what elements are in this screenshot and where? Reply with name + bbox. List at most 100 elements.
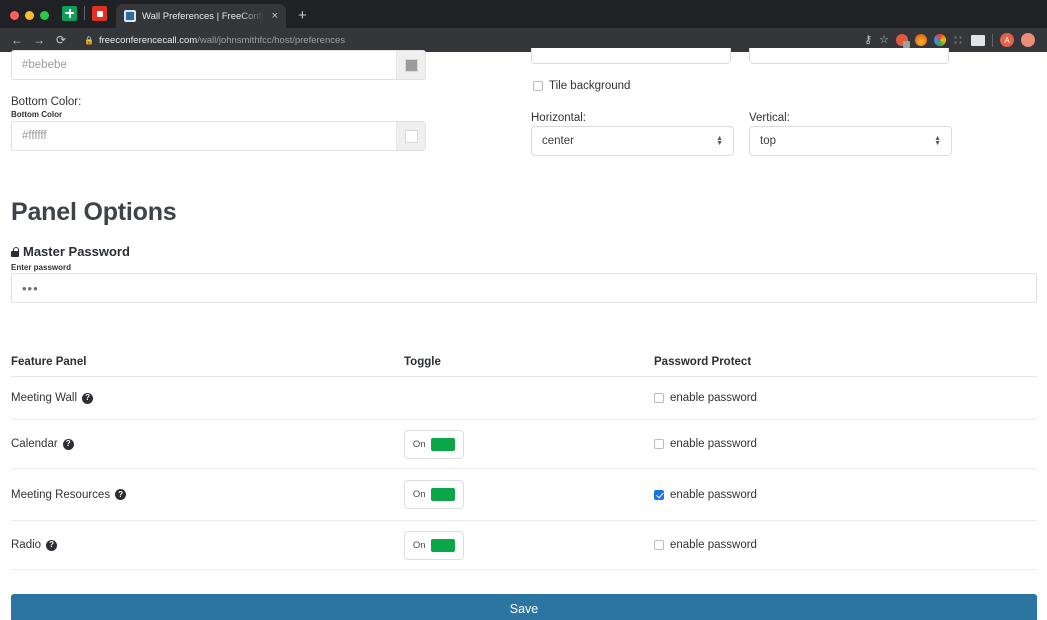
- horizontal-value: center: [542, 135, 574, 147]
- reload-icon[interactable]: ⟳: [50, 34, 72, 46]
- enable-password-label: enable password: [670, 438, 757, 450]
- toolbar-icons: ⚷ ☆ A: [864, 33, 1041, 47]
- close-tab-icon[interactable]: ×: [270, 11, 280, 22]
- enable-password-checkbox[interactable]: [654, 393, 664, 403]
- feature-panel-table: Feature Panel Toggle Password Protect Me…: [11, 356, 1037, 570]
- table-body: Meeting Wall ? enable password Calendar …: [11, 377, 1037, 570]
- tab-strip: Wall Preferences | FreeConfere × +: [0, 0, 1047, 28]
- bottom-color-sublabel: Bottom Color: [11, 110, 426, 119]
- flame-extension-icon[interactable]: [915, 34, 927, 46]
- column-header-toggle: Toggle: [404, 356, 654, 368]
- chevron-updown-icon: ▲▼: [934, 137, 941, 146]
- vertical-select[interactable]: top ▲▼: [749, 126, 952, 156]
- chevron-updown-icon: ▲▼: [716, 137, 723, 146]
- save-button[interactable]: Save: [11, 594, 1037, 620]
- enable-password-row[interactable]: enable password: [654, 438, 757, 450]
- help-icon[interactable]: ?: [46, 540, 57, 551]
- feature-panel-cell: Calendar ?: [11, 438, 404, 450]
- maximize-window-button[interactable]: [40, 11, 49, 20]
- enable-password-row[interactable]: enable password: [654, 392, 757, 404]
- help-icon[interactable]: ?: [82, 393, 93, 404]
- minimize-window-button[interactable]: [25, 11, 34, 20]
- toggle-cell: On: [404, 430, 654, 459]
- feature-toggle-switch[interactable]: On: [404, 480, 464, 509]
- tile-background-checkbox[interactable]: [533, 81, 543, 91]
- clipped-select-left[interactable]: [531, 48, 731, 64]
- feature-panel-name: Radio: [11, 539, 41, 551]
- enable-password-label: enable password: [670, 392, 757, 404]
- password-protect-cell: enable password: [654, 438, 1037, 450]
- back-icon[interactable]: ←: [6, 34, 28, 46]
- bottom-color-swatch-button[interactable]: [396, 122, 425, 150]
- page-title: Panel Options: [11, 198, 176, 227]
- enable-password-checkbox[interactable]: [654, 490, 664, 500]
- feature-panel-cell: Meeting Resources ?: [11, 489, 404, 501]
- browser-tab-wall-preferences[interactable]: Wall Preferences | FreeConfere ×: [116, 4, 286, 28]
- enable-password-row[interactable]: enable password: [654, 489, 757, 501]
- key-icon[interactable]: ⚷: [864, 35, 872, 46]
- bottom-color-input[interactable]: #ffffff: [11, 121, 426, 151]
- password-protect-cell: enable password: [654, 489, 1037, 501]
- pocket-extension-icon[interactable]: [896, 34, 908, 46]
- divider: [992, 34, 993, 47]
- feature-toggle-switch[interactable]: On: [404, 531, 464, 560]
- horizontal-select[interactable]: center ▲▼: [531, 126, 734, 156]
- sheets-app-icon[interactable]: [62, 6, 77, 21]
- browser-menu-button[interactable]: [1021, 33, 1035, 47]
- browser-chrome: Wall Preferences | FreeConfere × + ← → ⟳…: [0, 0, 1047, 52]
- top-color-input[interactable]: #bebebe: [11, 50, 426, 80]
- url-domain: freeconferencecall.com: [99, 35, 197, 46]
- column-header-password: Password Protect: [654, 356, 1037, 368]
- star-icon[interactable]: ☆: [879, 35, 889, 46]
- password-protect-cell: enable password: [654, 539, 1037, 551]
- enable-password-label: enable password: [670, 539, 757, 551]
- help-icon[interactable]: ?: [63, 439, 74, 450]
- record-app-icon[interactable]: [92, 6, 107, 21]
- screencast-extension-icon[interactable]: [971, 35, 985, 46]
- enable-password-label: enable password: [670, 489, 757, 501]
- toggle-state-label: On: [413, 489, 426, 500]
- vertical-label: Vertical:: [749, 112, 952, 124]
- tab-favicon-icon: [124, 10, 136, 22]
- new-tab-button[interactable]: +: [298, 8, 307, 23]
- address-bar[interactable]: 🔒 freeconferencecall.com/wall/johnsmithf…: [78, 32, 858, 49]
- enable-password-checkbox[interactable]: [654, 540, 664, 550]
- table-row: Meeting Resources ? On enable password: [11, 469, 1037, 521]
- toggle-pill: [431, 438, 455, 451]
- tab-title: Wall Preferences | FreeConfere: [142, 11, 264, 22]
- window-controls[interactable]: [8, 11, 59, 28]
- help-icon[interactable]: ?: [115, 489, 126, 500]
- vertical-value: top: [760, 135, 776, 147]
- feature-toggle-switch[interactable]: On: [404, 430, 464, 459]
- clipped-select-right[interactable]: [749, 48, 949, 64]
- url-text: freeconferencecall.com/wall/johnsmithfcc…: [99, 35, 345, 46]
- forward-icon[interactable]: →: [28, 34, 50, 46]
- master-password-title: Master Password: [11, 244, 130, 259]
- tile-background-checkbox-row[interactable]: Tile background: [533, 80, 630, 92]
- table-row: Meeting Wall ? enable password: [11, 377, 1037, 420]
- bottom-color-value[interactable]: #ffffff: [12, 122, 396, 150]
- table-row: Calendar ? On enable password: [11, 420, 1037, 469]
- top-color-swatch-button[interactable]: [396, 51, 425, 79]
- horizontal-label: Horizontal:: [531, 112, 734, 124]
- feature-panel-cell: Radio ?: [11, 539, 404, 551]
- password-protect-cell: enable password: [654, 392, 1037, 404]
- toggle-cell: On: [404, 531, 654, 560]
- top-color-value[interactable]: #bebebe: [12, 51, 396, 79]
- profile-avatar[interactable]: A: [1000, 33, 1014, 47]
- enable-password-checkbox[interactable]: [654, 439, 664, 449]
- bottom-color-group: Bottom Color: Bottom Color #ffffff: [11, 96, 426, 151]
- top-color-group: #bebebe: [11, 50, 426, 80]
- close-window-button[interactable]: [10, 11, 19, 20]
- bottom-color-label: Bottom Color:: [11, 96, 426, 108]
- toggle-state-label: On: [413, 540, 426, 551]
- table-row: Radio ? On enable password: [11, 521, 1037, 570]
- master-password-input[interactable]: •••: [11, 273, 1037, 303]
- page-content: #bebebe Bottom Color: Bottom Color #ffff…: [0, 52, 1047, 620]
- top-color-swatch: [405, 59, 418, 72]
- clipped-selects-row: [531, 48, 950, 64]
- dots-grid-icon[interactable]: [953, 35, 964, 46]
- toggle-pill: [431, 488, 455, 501]
- enable-password-row[interactable]: enable password: [654, 539, 757, 551]
- color-wheel-extension-icon[interactable]: [934, 34, 946, 46]
